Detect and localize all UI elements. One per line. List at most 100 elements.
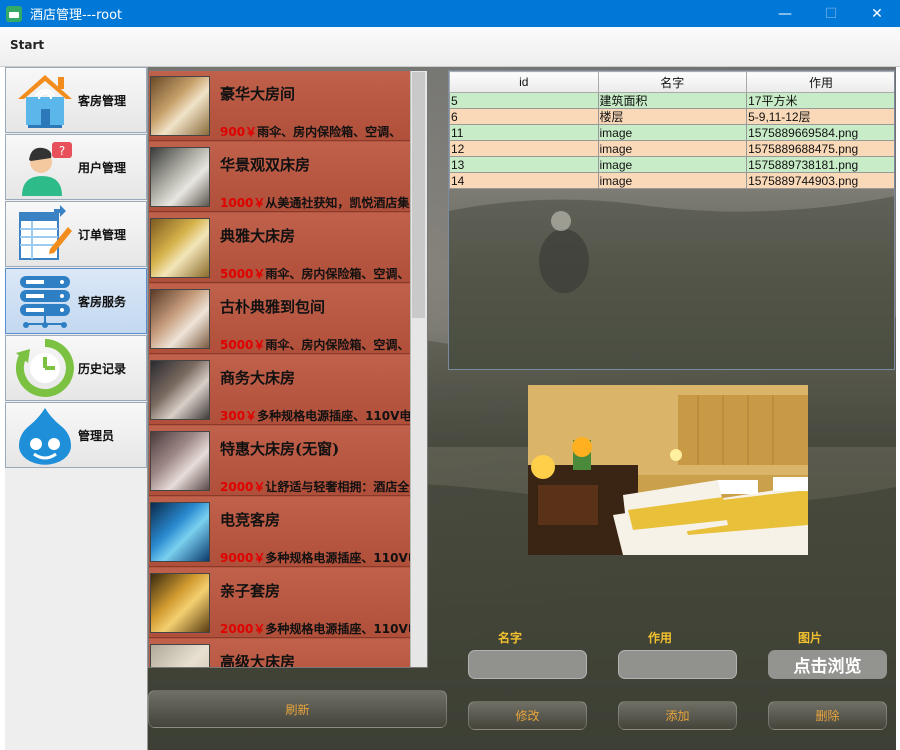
list-item[interactable]: 电竞客房 9000￥多种规格电源插座、110V电 bbox=[149, 497, 411, 567]
table-cell: 6 bbox=[449, 108, 599, 125]
room-name: 电竞客房 bbox=[220, 511, 281, 529]
info-table-panel: id 名字 作用 5 建筑面积 17平方米 6 楼层 5-9,11-12层 11… bbox=[448, 70, 895, 370]
delete-button[interactable]: 删除 bbox=[768, 701, 887, 730]
room-desc: 让舒适与轻奢相拥：酒店全 bbox=[265, 480, 410, 494]
column-header[interactable]: 名字 bbox=[597, 71, 748, 93]
table-cell: image bbox=[597, 172, 748, 189]
list-item[interactable]: 亲子套房 2000￥多种规格电源插座、110V电 bbox=[149, 568, 411, 638]
table-row[interactable]: 13 image 1575889738181.png bbox=[449, 156, 894, 173]
add-button[interactable]: 添加 bbox=[618, 701, 737, 730]
svg-text:?: ? bbox=[59, 144, 65, 158]
room-price-line: 300￥多种规格电源插座、110V电 bbox=[220, 407, 411, 424]
table-row[interactable]: 11 image 1575889669584.png bbox=[449, 124, 894, 141]
title-bar: 酒店管理---root — ☐ ✕ bbox=[0, 0, 900, 27]
room-desc: 雨伞、房内保险箱、空调、 bbox=[265, 338, 410, 352]
table-cell: 5-9,11-12层 bbox=[746, 108, 894, 125]
sidebar: 客房管理 ? 用户管理 订单管理 客房服务 历史记录 管理员 bbox=[5, 67, 148, 750]
sidebar-item-label: 管理员 bbox=[78, 428, 115, 443]
table-cell: 楼层 bbox=[597, 108, 748, 125]
table-cell: 12 bbox=[449, 140, 599, 157]
list-item[interactable]: 华景观双床房 1000￥从美通社获知，凯悦酒店集 bbox=[149, 142, 411, 212]
sidebar-item-label: 订单管理 bbox=[78, 227, 127, 242]
list-item[interactable]: 商务大床房 300￥多种规格电源插座、110V电 bbox=[149, 355, 411, 425]
room-desc: 雨伞、房内保险箱、空调、 bbox=[257, 125, 402, 139]
room-price: 2000￥ bbox=[220, 480, 266, 494]
sidebar-item-admin[interactable]: 管理员 bbox=[5, 402, 147, 468]
room-name: 高级大床房 bbox=[220, 653, 296, 668]
room-price-line: 5000￥雨伞、房内保险箱、空调、 bbox=[220, 265, 409, 282]
room-price: 9000￥ bbox=[220, 551, 266, 565]
modify-button[interactable]: 修改 bbox=[468, 701, 587, 730]
table-cell: image bbox=[597, 124, 748, 141]
hotel-house-icon bbox=[14, 69, 76, 131]
table-row[interactable]: 14 image 1575889744903.png bbox=[449, 172, 894, 189]
room-price: 2000￥ bbox=[220, 622, 266, 636]
sidebar-item-room-management[interactable]: 客房管理 bbox=[5, 67, 147, 133]
table-cell: image bbox=[597, 140, 748, 157]
maximize-button[interactable]: ☐ bbox=[808, 0, 854, 27]
room-name: 古朴典雅到包间 bbox=[220, 298, 326, 316]
browse-button[interactable]: 点击浏览 bbox=[768, 650, 887, 679]
order-sheet-icon bbox=[14, 203, 76, 265]
list-item[interactable]: 古朴典雅到包间 5000￥雨伞、房内保险箱、空调、 bbox=[149, 284, 411, 354]
app-icon bbox=[6, 5, 22, 22]
room-price-line: 2000￥多种规格电源插座、110V电 bbox=[220, 620, 411, 637]
list-item[interactable]: 特惠大床房(无窗) 2000￥让舒适与轻奢相拥：酒店全 bbox=[149, 426, 411, 496]
room-thumbnail bbox=[150, 431, 210, 491]
room-price-line: 1000￥从美通社获知，凯悦酒店集 bbox=[220, 194, 409, 211]
window-title: 酒店管理---root bbox=[30, 8, 123, 23]
room-desc: 从美通社获知，凯悦酒店集 bbox=[265, 196, 410, 210]
menu-bar: Start bbox=[0, 27, 900, 67]
name-input[interactable] bbox=[468, 650, 587, 679]
menu-start[interactable]: Start bbox=[10, 38, 44, 52]
list-item[interactable]: 豪华大房间 900￥雨伞、房内保险箱、空调、 bbox=[149, 71, 411, 141]
column-header[interactable]: 作用 bbox=[746, 71, 894, 93]
info-table: id 名字 作用 5 建筑面积 17平方米 6 楼层 5-9,11-12层 11… bbox=[449, 71, 894, 189]
name-label: 名字 bbox=[498, 631, 523, 645]
room-desc: 多种规格电源插座、110V电 bbox=[257, 409, 411, 423]
table-row[interactable]: 12 image 1575889688475.png bbox=[449, 140, 894, 157]
list-item[interactable]: 典雅大床房 5000￥雨伞、房内保险箱、空调、 bbox=[149, 213, 411, 283]
room-price-line: 9000￥多种规格电源插座、110V电 bbox=[220, 549, 411, 566]
room-list[interactable]: 豪华大房间 900￥雨伞、房内保险箱、空调、 华景观双床房 1000￥从美通社获… bbox=[148, 70, 428, 668]
room-price-line: 900￥雨伞、房内保险箱、空调、 bbox=[220, 123, 401, 140]
sidebar-item-user-management[interactable]: ? 用户管理 bbox=[5, 134, 147, 200]
user-help-icon: ? bbox=[14, 136, 76, 198]
room-thumbnail bbox=[150, 218, 210, 278]
history-icon bbox=[14, 337, 76, 399]
sidebar-item-room-service[interactable]: 客房服务 bbox=[5, 268, 147, 334]
room-name: 豪华大房间 bbox=[220, 85, 296, 103]
room-price: 300￥ bbox=[220, 409, 258, 423]
room-price: 900￥ bbox=[220, 125, 258, 139]
room-name: 商务大床房 bbox=[220, 369, 296, 387]
table-row[interactable]: 5 建筑面积 17平方米 bbox=[449, 92, 894, 109]
room-desc: 多种规格电源插座、110V电 bbox=[265, 551, 411, 565]
table-cell: 1575889738181.png bbox=[746, 156, 894, 173]
room-desc: 多种规格电源插座、110V电 bbox=[265, 622, 411, 636]
table-cell: image bbox=[597, 156, 748, 173]
table-cell: 14 bbox=[449, 172, 599, 189]
room-name: 特惠大床房(无窗) bbox=[220, 440, 340, 458]
table-header-row: id 名字 作用 bbox=[449, 71, 894, 93]
sidebar-item-label: 历史记录 bbox=[78, 361, 127, 376]
table-cell: 1575889669584.png bbox=[746, 124, 894, 141]
use-input[interactable] bbox=[618, 650, 737, 679]
room-thumbnail bbox=[150, 644, 210, 667]
column-header[interactable]: id bbox=[449, 71, 599, 93]
sidebar-item-label: 客房管理 bbox=[78, 93, 127, 108]
refresh-button[interactable]: 刷新 bbox=[148, 690, 447, 728]
sidebar-item-label: 用户管理 bbox=[78, 160, 127, 175]
scrollbar-thumb[interactable] bbox=[412, 72, 425, 318]
table-cell: 13 bbox=[449, 156, 599, 173]
table-cell: 17平方米 bbox=[746, 92, 894, 109]
close-button[interactable]: ✕ bbox=[854, 0, 900, 27]
sidebar-item-order-management[interactable]: 订单管理 bbox=[5, 201, 147, 267]
admin-drop-icon bbox=[14, 404, 76, 466]
minimize-button[interactable]: — bbox=[762, 0, 808, 27]
room-name: 典雅大床房 bbox=[220, 227, 296, 245]
sidebar-item-history[interactable]: 历史记录 bbox=[5, 335, 147, 401]
table-row[interactable]: 6 楼层 5-9,11-12层 bbox=[449, 108, 894, 125]
table-cell: 11 bbox=[449, 124, 599, 141]
room-desc: 雨伞、房内保险箱、空调、 bbox=[265, 267, 410, 281]
list-item[interactable]: 高级大床房 bbox=[149, 639, 411, 668]
